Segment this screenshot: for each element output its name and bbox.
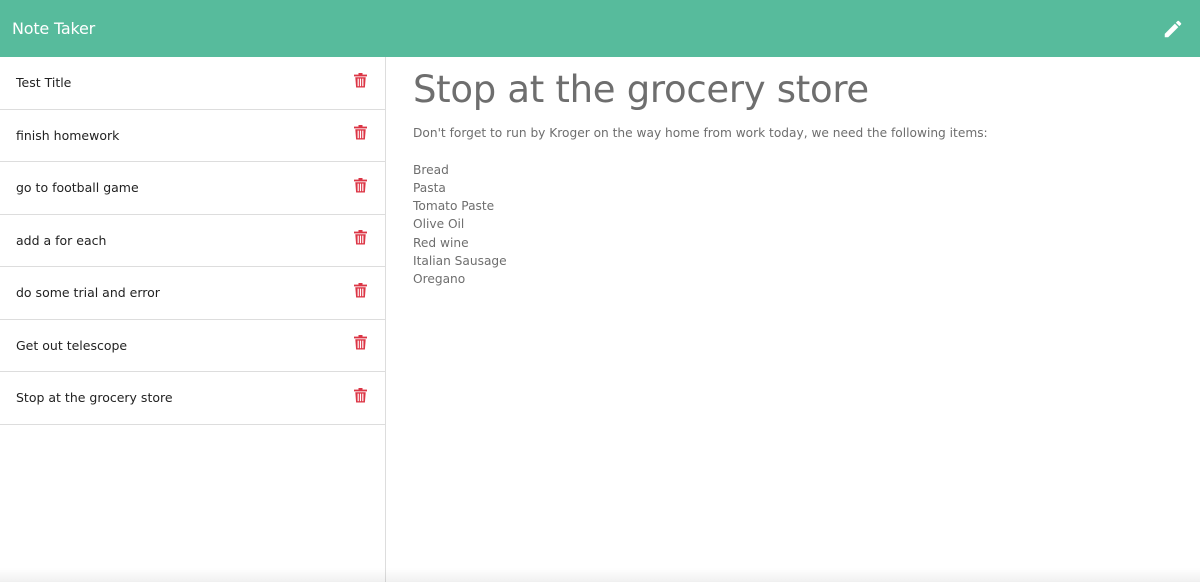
list-item[interactable]: Stop at the grocery store <box>0 372 385 425</box>
delete-note-button[interactable] <box>352 124 368 142</box>
trash-icon <box>353 282 367 298</box>
delete-note-button[interactable] <box>352 386 368 404</box>
app-title[interactable]: Note Taker <box>12 19 95 38</box>
note-list-title: Stop at the grocery store <box>16 390 173 406</box>
note-list-title: do some trial and error <box>16 285 160 301</box>
list-item[interactable]: add a for each <box>0 215 385 267</box>
note-list-title: Get out telescope <box>16 337 128 353</box>
delete-note-button[interactable] <box>352 334 368 352</box>
note-text-field[interactable]: Don't forget to run by Kroger on the way… <box>413 124 1200 289</box>
trash-icon <box>353 125 367 140</box>
delete-note-button[interactable] <box>352 71 368 89</box>
delete-note-button[interactable] <box>352 229 368 247</box>
list-item[interactable]: do some trial and error <box>0 267 385 320</box>
pencil-icon <box>1164 20 1182 37</box>
list-item[interactable]: go to football game <box>0 162 385 215</box>
note-list-title: add a for each <box>16 232 107 248</box>
note-list: Test Title finish homework go to footbal… <box>0 57 386 582</box>
trash-icon <box>353 72 367 88</box>
note-list-title: Test Title <box>16 75 72 91</box>
trash-icon <box>353 177 367 193</box>
trash-icon <box>353 230 367 245</box>
delete-note-button[interactable] <box>352 176 368 194</box>
note-list-title: go to football game <box>16 180 139 196</box>
trash-icon <box>353 387 367 403</box>
navbar: Note Taker <box>0 0 1200 57</box>
delete-note-button[interactable] <box>352 281 368 299</box>
note-title-field[interactable]: Stop at the grocery store <box>413 66 1200 114</box>
note-list-title: finish homework <box>16 127 120 143</box>
trash-icon <box>353 335 367 350</box>
note-editor: Stop at the grocery store Don't forget t… <box>386 57 1200 582</box>
list-item[interactable]: finish homework <box>0 110 385 162</box>
new-note-button[interactable] <box>1160 16 1186 42</box>
list-item[interactable]: Test Title <box>0 57 385 110</box>
list-item[interactable]: Get out telescope <box>0 320 385 372</box>
